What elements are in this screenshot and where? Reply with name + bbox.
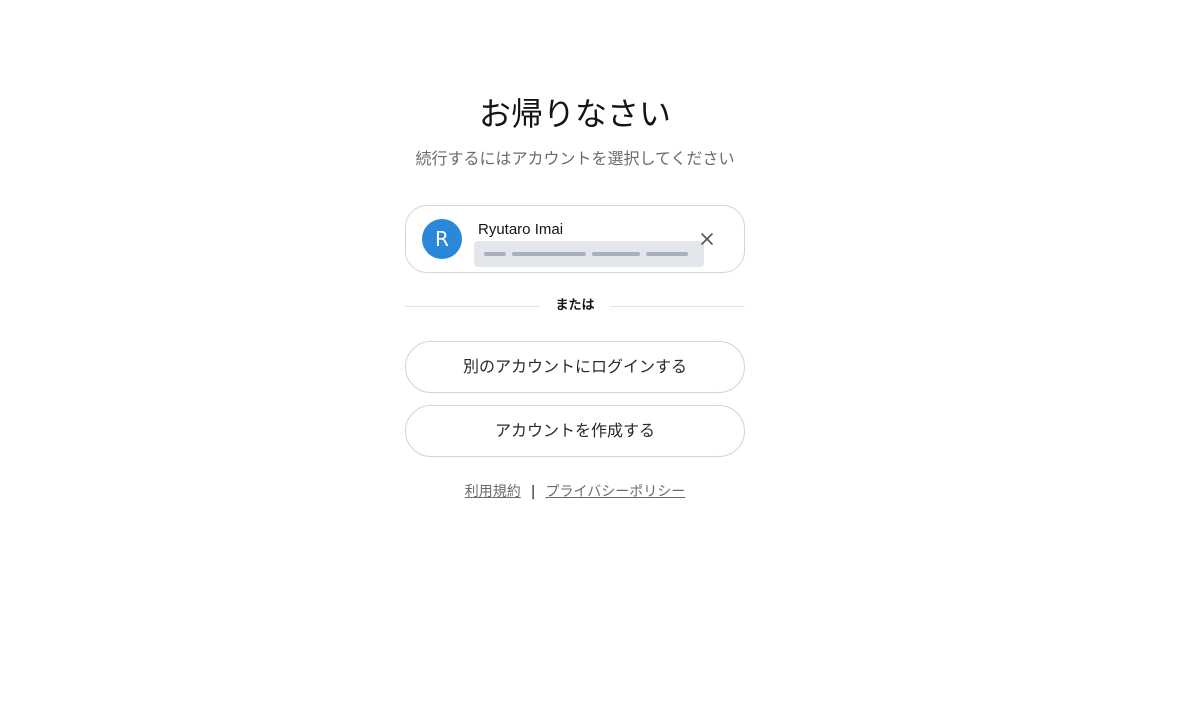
terms-link[interactable]: 利用規約 — [465, 484, 521, 500]
account-name: Ryutaro Imai — [478, 221, 564, 238]
redaction-bar — [592, 252, 640, 256]
remove-account-button[interactable] — [696, 228, 718, 250]
login-other-account-button[interactable]: 別のアカウントにログインする — [405, 341, 745, 393]
redaction-bar — [484, 252, 506, 256]
page-subtitle: 続行するにはアカウントを選択してください — [415, 149, 735, 168]
create-account-button[interactable]: アカウントを作成する — [405, 405, 745, 457]
redaction-bar — [512, 252, 586, 256]
privacy-policy-link[interactable]: プライバシーポリシー — [545, 484, 685, 500]
redaction-bar — [646, 252, 688, 256]
close-icon — [696, 233, 718, 253]
footer-links: 利用規約 | プライバシーポリシー — [405, 482, 745, 502]
avatar: R — [422, 219, 462, 259]
footer-separator: | — [530, 484, 536, 500]
account-card[interactable]: R Ryutaro Imai — [405, 205, 745, 273]
page-title: お帰りなさい — [478, 95, 671, 133]
divider-line-right — [610, 306, 745, 307]
account-email-redacted — [474, 241, 704, 267]
